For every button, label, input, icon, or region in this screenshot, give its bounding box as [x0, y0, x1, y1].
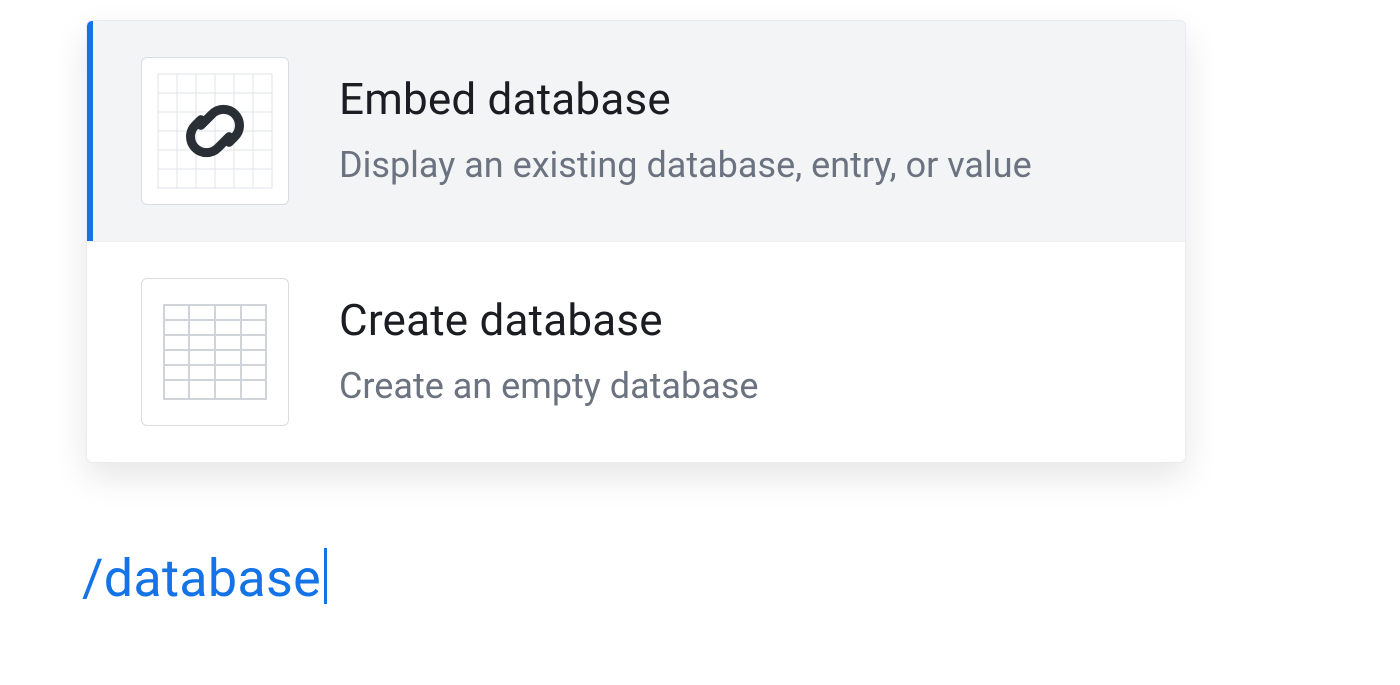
menu-item-create-database[interactable]: Create database Create an empty database [87, 241, 1185, 462]
slash-command-menu: Embed database Display an existing datab… [86, 20, 1186, 463]
link-grid-icon [141, 57, 289, 205]
table-grid-icon [141, 278, 289, 426]
menu-item-embed-database[interactable]: Embed database Display an existing datab… [87, 21, 1185, 241]
menu-item-description: Create an empty database [339, 364, 758, 409]
menu-item-text: Create database Create an empty database [339, 295, 758, 409]
slash-command-value: /database [82, 550, 321, 607]
slash-command-input[interactable]: /database [82, 540, 327, 607]
text-caret [324, 548, 327, 604]
menu-item-title: Embed database [339, 74, 1032, 125]
menu-item-text: Embed database Display an existing datab… [339, 74, 1032, 188]
menu-item-title: Create database [339, 295, 758, 346]
menu-item-description: Display an existing database, entry, or … [339, 143, 1032, 188]
